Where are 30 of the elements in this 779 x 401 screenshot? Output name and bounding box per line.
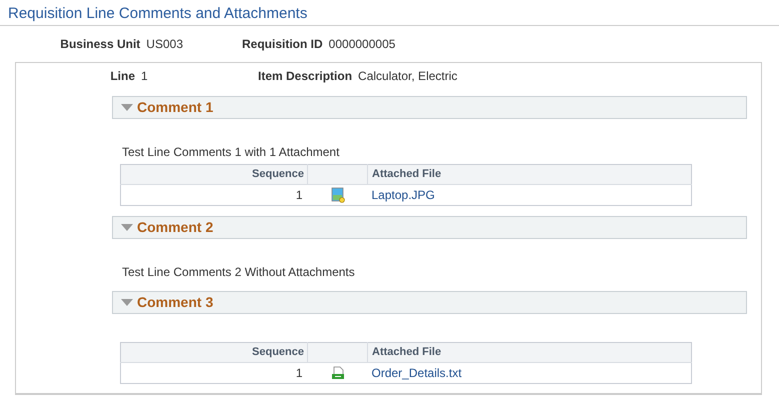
field-value: 1 [141, 68, 149, 84]
comment-text: Test Line Comments 1 with 1 Attachment [122, 144, 340, 161]
column-header: Attached File [368, 342, 692, 362]
field-value: Calculator, Electric [358, 68, 458, 84]
comment-text: Test Line Comments 2 Without Attachments [122, 264, 355, 281]
field-value: US003 [146, 36, 183, 53]
field-label: Business Unit [60, 36, 140, 53]
field-label: Requisition ID [242, 36, 323, 53]
section-title: Comment 2 [137, 218, 214, 237]
file-link[interactable]: Order_Details.txt [372, 366, 462, 380]
section-title: Comment 3 [137, 293, 214, 312]
page-title: Requisition Line Comments and Attachments [8, 4, 308, 24]
section-header[interactable]: Comment 1 [112, 96, 747, 119]
table-cell: 1 [120, 362, 308, 384]
column-header: Sequence [120, 164, 308, 184]
section-title: Comment 1 [137, 98, 214, 117]
column-header: Sequence [120, 342, 308, 362]
field-label: Line [110, 68, 135, 84]
document-file-icon [330, 366, 344, 380]
file-link[interactable]: Laptop.JPG [372, 188, 435, 202]
section-header[interactable]: Comment 2 [112, 216, 747, 239]
caret-down-icon [121, 224, 133, 232]
field-value: 0000000005 [328, 36, 396, 53]
field-label: Item Description [258, 68, 352, 84]
caret-down-icon [121, 104, 133, 112]
caret-down-icon [121, 298, 133, 306]
column-header: Attached File [368, 164, 692, 184]
image-file-icon [330, 187, 344, 203]
table-cell: 1 [120, 184, 308, 206]
section-header[interactable]: Comment 3 [112, 291, 747, 314]
